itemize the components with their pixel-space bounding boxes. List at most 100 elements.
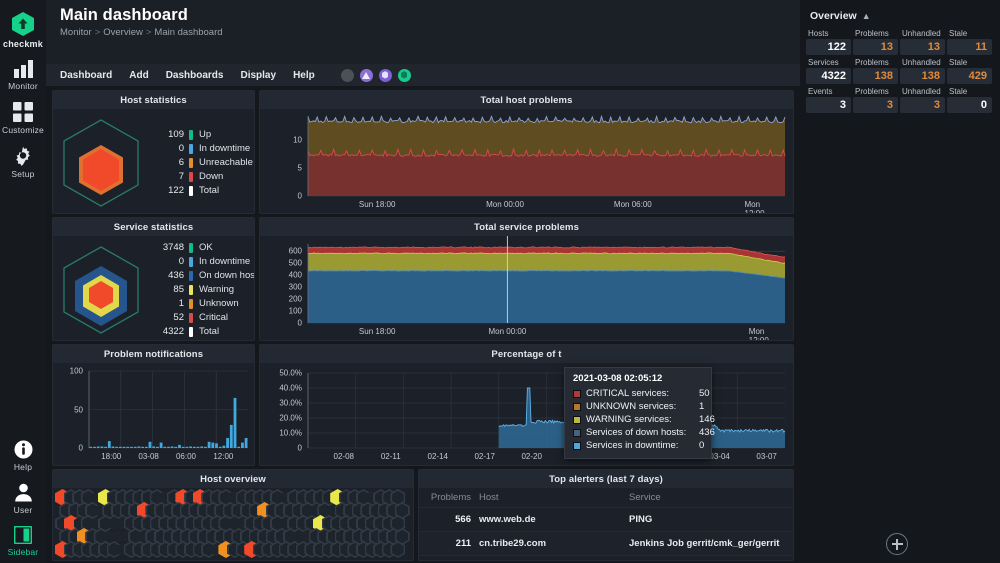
menu-add[interactable]: Add xyxy=(129,70,148,81)
host-stat-row[interactable]: 6 Unreachable xyxy=(147,156,253,169)
breadcrumb: Monitor > Overview > Main dashboard xyxy=(60,27,800,38)
green-hexagon-icon[interactable] xyxy=(397,68,411,82)
overview-stat-value[interactable]: 138 xyxy=(853,68,898,84)
panel-host-overview[interactable]: Host overview xyxy=(52,469,414,561)
panel-top-alerters[interactable]: Top alerters (last 7 days) Problems Host… xyxy=(418,469,794,561)
host-stat-row[interactable]: 109 Up xyxy=(147,128,253,141)
sidebar-item-setup[interactable]: Setup xyxy=(0,140,46,184)
overview-stat-cell[interactable]: Stale 429 xyxy=(947,57,992,84)
menu-display[interactable]: Display xyxy=(240,70,276,81)
overview-stat-value[interactable]: 0 xyxy=(947,97,992,113)
service-stat-row[interactable]: 85 Warning xyxy=(147,283,254,296)
menu-dashboards[interactable]: Dashboards xyxy=(166,70,224,81)
sidebar-item-monitor[interactable]: Monitor xyxy=(0,54,46,96)
warning-triangle-icon[interactable] xyxy=(359,68,373,82)
panel-host-statistics-body: 109 Up 0 In downtime 6 Unreachable 7 Dow… xyxy=(53,109,254,213)
tooltip-value: 0 xyxy=(699,440,705,451)
overview-stat-cell[interactable]: Hosts 122 xyxy=(806,28,851,55)
table-row[interactable]: 211 cn.tribe29.com Jenkins Job gerrit/cm… xyxy=(419,531,793,555)
table-row[interactable]: 566 www.web.de PING xyxy=(419,507,793,531)
y-axis-tick: 50 xyxy=(74,405,83,414)
cell-host[interactable]: cn.tribe29.com xyxy=(479,538,629,549)
overview-stat-cell[interactable]: Problems 3 xyxy=(853,86,898,113)
panel-service-statistics[interactable]: Service statistics 3748 OK 0 In downtime… xyxy=(52,217,255,341)
chevron-up-icon[interactable]: ▲ xyxy=(862,11,871,21)
total-service-problems-chart[interactable]: 0 100 200 300 400 500 600 Sun 18:00 Mon 00:00 Mon… xyxy=(260,236,793,340)
problem-notifications-chart[interactable]: 0 50 100 18:00 03-08 06:00 12:00 xyxy=(53,363,254,465)
overview-stat-value[interactable]: 3 xyxy=(853,97,898,113)
x-axis-tick: 03-04 xyxy=(709,452,730,461)
overview-stat-cell[interactable]: Unhandled 138 xyxy=(900,57,945,84)
sidebar-item-sidebar-label: Sidebar xyxy=(7,547,39,557)
overview-stat-cell[interactable]: Problems 138 xyxy=(853,57,898,84)
chart-canvas xyxy=(88,370,248,449)
panel-top-alerters-title: Top alerters (last 7 days) xyxy=(419,470,793,488)
total-host-problems-chart[interactable]: 0 5 10 Sun 18:00 Mon 00:00 Mon 06:00 Mon 12:00 xyxy=(260,109,793,213)
overview-stat-value[interactable]: 11 xyxy=(947,39,992,55)
cell-problems: 566 xyxy=(455,514,471,525)
brand-checkmk[interactable]: checkmk xyxy=(0,6,46,54)
service-stat-row[interactable]: 3748 OK xyxy=(147,241,254,254)
table-row[interactable]: 251 CMKTesting OMD prod performance xyxy=(419,555,793,560)
breadcrumb-item-0[interactable]: Monitor xyxy=(60,27,92,38)
sidebar-item-sidebar-toggle[interactable]: Sidebar xyxy=(0,520,46,563)
overview-stat-value[interactable]: 138 xyxy=(900,68,945,84)
service-stat-row[interactable]: 1 Unknown xyxy=(147,297,254,310)
sidebar-toggle-icon xyxy=(14,526,32,544)
service-stat-row[interactable]: 436 On down host xyxy=(147,269,254,282)
host-stat-value: 6 xyxy=(178,157,184,168)
cell-host[interactable]: www.web.de xyxy=(479,514,629,525)
overview-stat-cell[interactable]: Events 3 xyxy=(806,86,851,113)
panel-percentage-service-problems[interactable]: Percentage of t 0 10.0% 20.0% 30.0% 40.0% 50.… xyxy=(259,344,794,466)
service-stat-label: In downtime xyxy=(199,256,251,267)
overview-stat-value[interactable]: 13 xyxy=(900,39,945,55)
overview-stat-value[interactable]: 429 xyxy=(947,68,992,84)
overview-stat-cell[interactable]: Stale 11 xyxy=(947,28,992,55)
panel-total-host-problems[interactable]: Total host problems 0 5 10 Sun 18:00 Mon 00:… xyxy=(259,90,794,214)
user-icon xyxy=(14,483,32,502)
panel-host-statistics[interactable]: Host statistics 109 Up 0 In downtime 6 U… xyxy=(52,90,255,214)
checkmk-hexagon-icon[interactable] xyxy=(378,68,392,82)
menu-help[interactable]: Help xyxy=(293,70,315,81)
sidebar-item-user[interactable]: User xyxy=(0,477,46,520)
tooltip-swatch xyxy=(573,428,581,437)
dashboard-board: Host statistics 109 Up 0 In downtime 6 U… xyxy=(46,86,800,563)
sidebar-item-help[interactable]: Help xyxy=(0,434,46,477)
service-stat-row[interactable]: 0 In downtime xyxy=(147,255,254,268)
add-dashlet-button[interactable] xyxy=(886,533,908,555)
overview-snapin-header[interactable]: Overview ▲ xyxy=(806,8,992,28)
host-stat-row[interactable]: 0 In downtime xyxy=(147,142,253,155)
overview-stat-value[interactable]: 3 xyxy=(806,97,851,113)
overview-stat-cell[interactable]: Problems 13 xyxy=(853,28,898,55)
overview-stat-value[interactable]: 4322 xyxy=(806,68,851,84)
cell-service[interactable]: Jenkins Job gerrit/cmk_ger/gerrit xyxy=(629,538,785,550)
sidebar-item-help-label: Help xyxy=(13,462,33,472)
overview-stat-cell[interactable]: Unhandled 3 xyxy=(900,86,945,113)
globe-icon[interactable] xyxy=(340,68,354,82)
overview-stat-value[interactable]: 122 xyxy=(806,39,851,55)
host-overview-hexgrid[interactable] xyxy=(53,488,413,560)
host-stat-row[interactable]: 7 Down xyxy=(147,170,253,183)
overview-stat-value[interactable]: 3 xyxy=(900,97,945,113)
host-stat-value: 122 xyxy=(168,185,184,196)
overview-snapin-title: Overview xyxy=(810,10,857,22)
tooltip-label: Services of down hosts: xyxy=(586,427,687,438)
overview-stat-cell[interactable]: Unhandled 13 xyxy=(900,28,945,55)
overview-stat-cell[interactable]: Services 4322 xyxy=(806,57,851,84)
overview-stat-value[interactable]: 13 xyxy=(853,39,898,55)
panel-problem-notifications[interactable]: Problem notifications 0 50 100 18:00 03-08 06… xyxy=(52,344,255,466)
y-axis-tick: 200 xyxy=(288,294,302,304)
host-stats-wrap: 109 Up 0 In downtime 6 Unreachable 7 Dow… xyxy=(53,109,254,213)
sidebar-item-customize[interactable]: Customize xyxy=(0,96,46,140)
cell-service[interactable]: PING xyxy=(629,514,785,526)
breadcrumb-item-1[interactable]: Overview xyxy=(103,27,143,38)
overview-stat-cell[interactable]: Stale 0 xyxy=(947,86,992,113)
menu-dashboard[interactable]: Dashboard xyxy=(60,70,112,81)
host-hexagon-icon xyxy=(63,118,139,207)
panel-service-statistics-title: Service statistics xyxy=(53,218,254,236)
service-stat-row[interactable]: 52 Critical xyxy=(147,311,254,324)
service-stat-row[interactable]: 4322 Total xyxy=(147,325,254,338)
host-stat-row[interactable]: 122 Total xyxy=(147,184,253,197)
service-stat-value: 0 xyxy=(178,256,184,267)
panel-total-service-problems[interactable]: Total service problems 0 100 200 300 400 500 6… xyxy=(259,217,794,341)
